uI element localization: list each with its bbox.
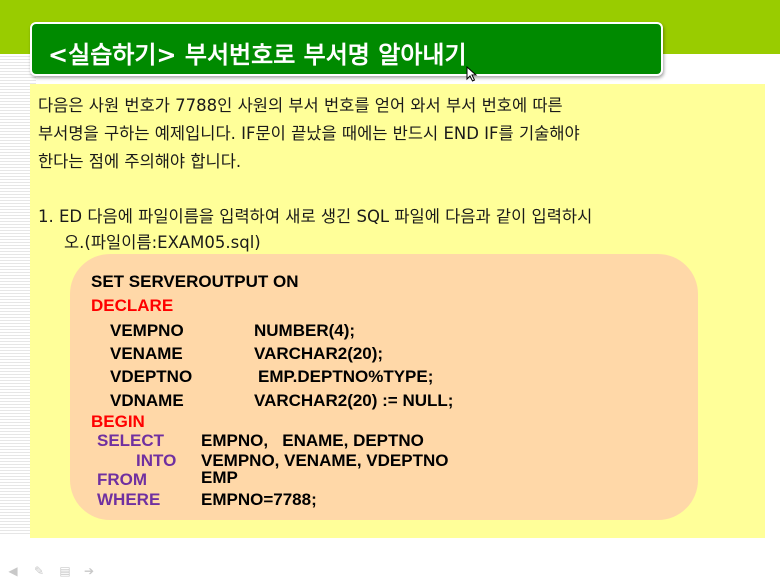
code-where-condition: EMPNO=7788; <box>201 490 317 509</box>
code-var-type: VARCHAR2(20) := NULL; <box>254 391 454 410</box>
code-begin-keyword: BEGIN <box>91 412 145 431</box>
intro-line: 한다는 점에 주의해야 합니다. <box>38 152 242 171</box>
code-var-type: NUMBER(4); <box>254 321 356 340</box>
code-select-columns: EMPNO, ENAME, DEPTNO <box>201 431 424 450</box>
slide-title-bar: <실습하기> 부서번호로 부서명 알아내기 <box>30 22 663 76</box>
step-1-line: 1. ED 다음에 파일이름을 입력하여 새로 생긴 SQL 파일에 다음과 같… <box>38 207 593 226</box>
pen-icon[interactable]: ✎ <box>32 564 46 578</box>
intro-line: 다음은 사원 번호가 7788인 사원의 부서 번호를 얻어 와서 부서 번호에… <box>38 96 563 115</box>
code-var-name: VEMPNO <box>110 321 184 340</box>
menu-icon[interactable]: ▤ <box>58 564 72 578</box>
code-var-name: VDNAME <box>110 391 184 410</box>
code-declare-keyword: DECLARE <box>91 296 174 315</box>
intro-line: 부서명을 구하는 예제입니다. IF문이 끝났을 때에는 반드시 END IF를… <box>38 124 580 143</box>
code-var-name: VDEPTNO <box>110 367 193 386</box>
next-icon[interactable]: ➔ <box>82 564 96 578</box>
code-into-keyword: INTO <box>136 451 177 470</box>
slide-navigation-bar: ◀ ✎ ▤ ➔ <box>6 564 106 580</box>
code-set-serveroutput: SET SERVEROUTPUT ON <box>91 272 299 291</box>
prev-icon[interactable]: ◀ <box>6 564 20 578</box>
code-into-variables: VEMPNO, VENAME, VDEPTNO <box>201 451 449 470</box>
code-block: SET SERVEROUTPUT ON DECLARE VEMPNO NUMBE… <box>70 254 698 520</box>
code-from-keyword: FROM <box>97 470 148 489</box>
code-select-keyword: SELECT <box>97 431 165 450</box>
step-1-instruction: 1. ED 다음에 파일이름을 입력하여 새로 생긴 SQL 파일에 다음과 같… <box>38 204 768 256</box>
code-from-table: EMP <box>201 468 238 487</box>
mouse-pointer-icon <box>466 66 478 82</box>
code-var-type: EMP.DEPTNO%TYPE; <box>258 367 434 386</box>
code-var-name: VENAME <box>110 344 183 363</box>
step-1-line: 오.(파일이름:EXAM05.sql) <box>64 233 261 252</box>
code-var-type: VARCHAR2(20); <box>254 344 384 363</box>
slide-title: <실습하기> 부서번호로 부서명 알아내기 <box>48 41 467 69</box>
code-where-keyword: WHERE <box>97 490 161 509</box>
intro-paragraph: 다음은 사원 번호가 7788인 사원의 부서 번호를 얻어 와서 부서 번호에… <box>38 92 758 176</box>
